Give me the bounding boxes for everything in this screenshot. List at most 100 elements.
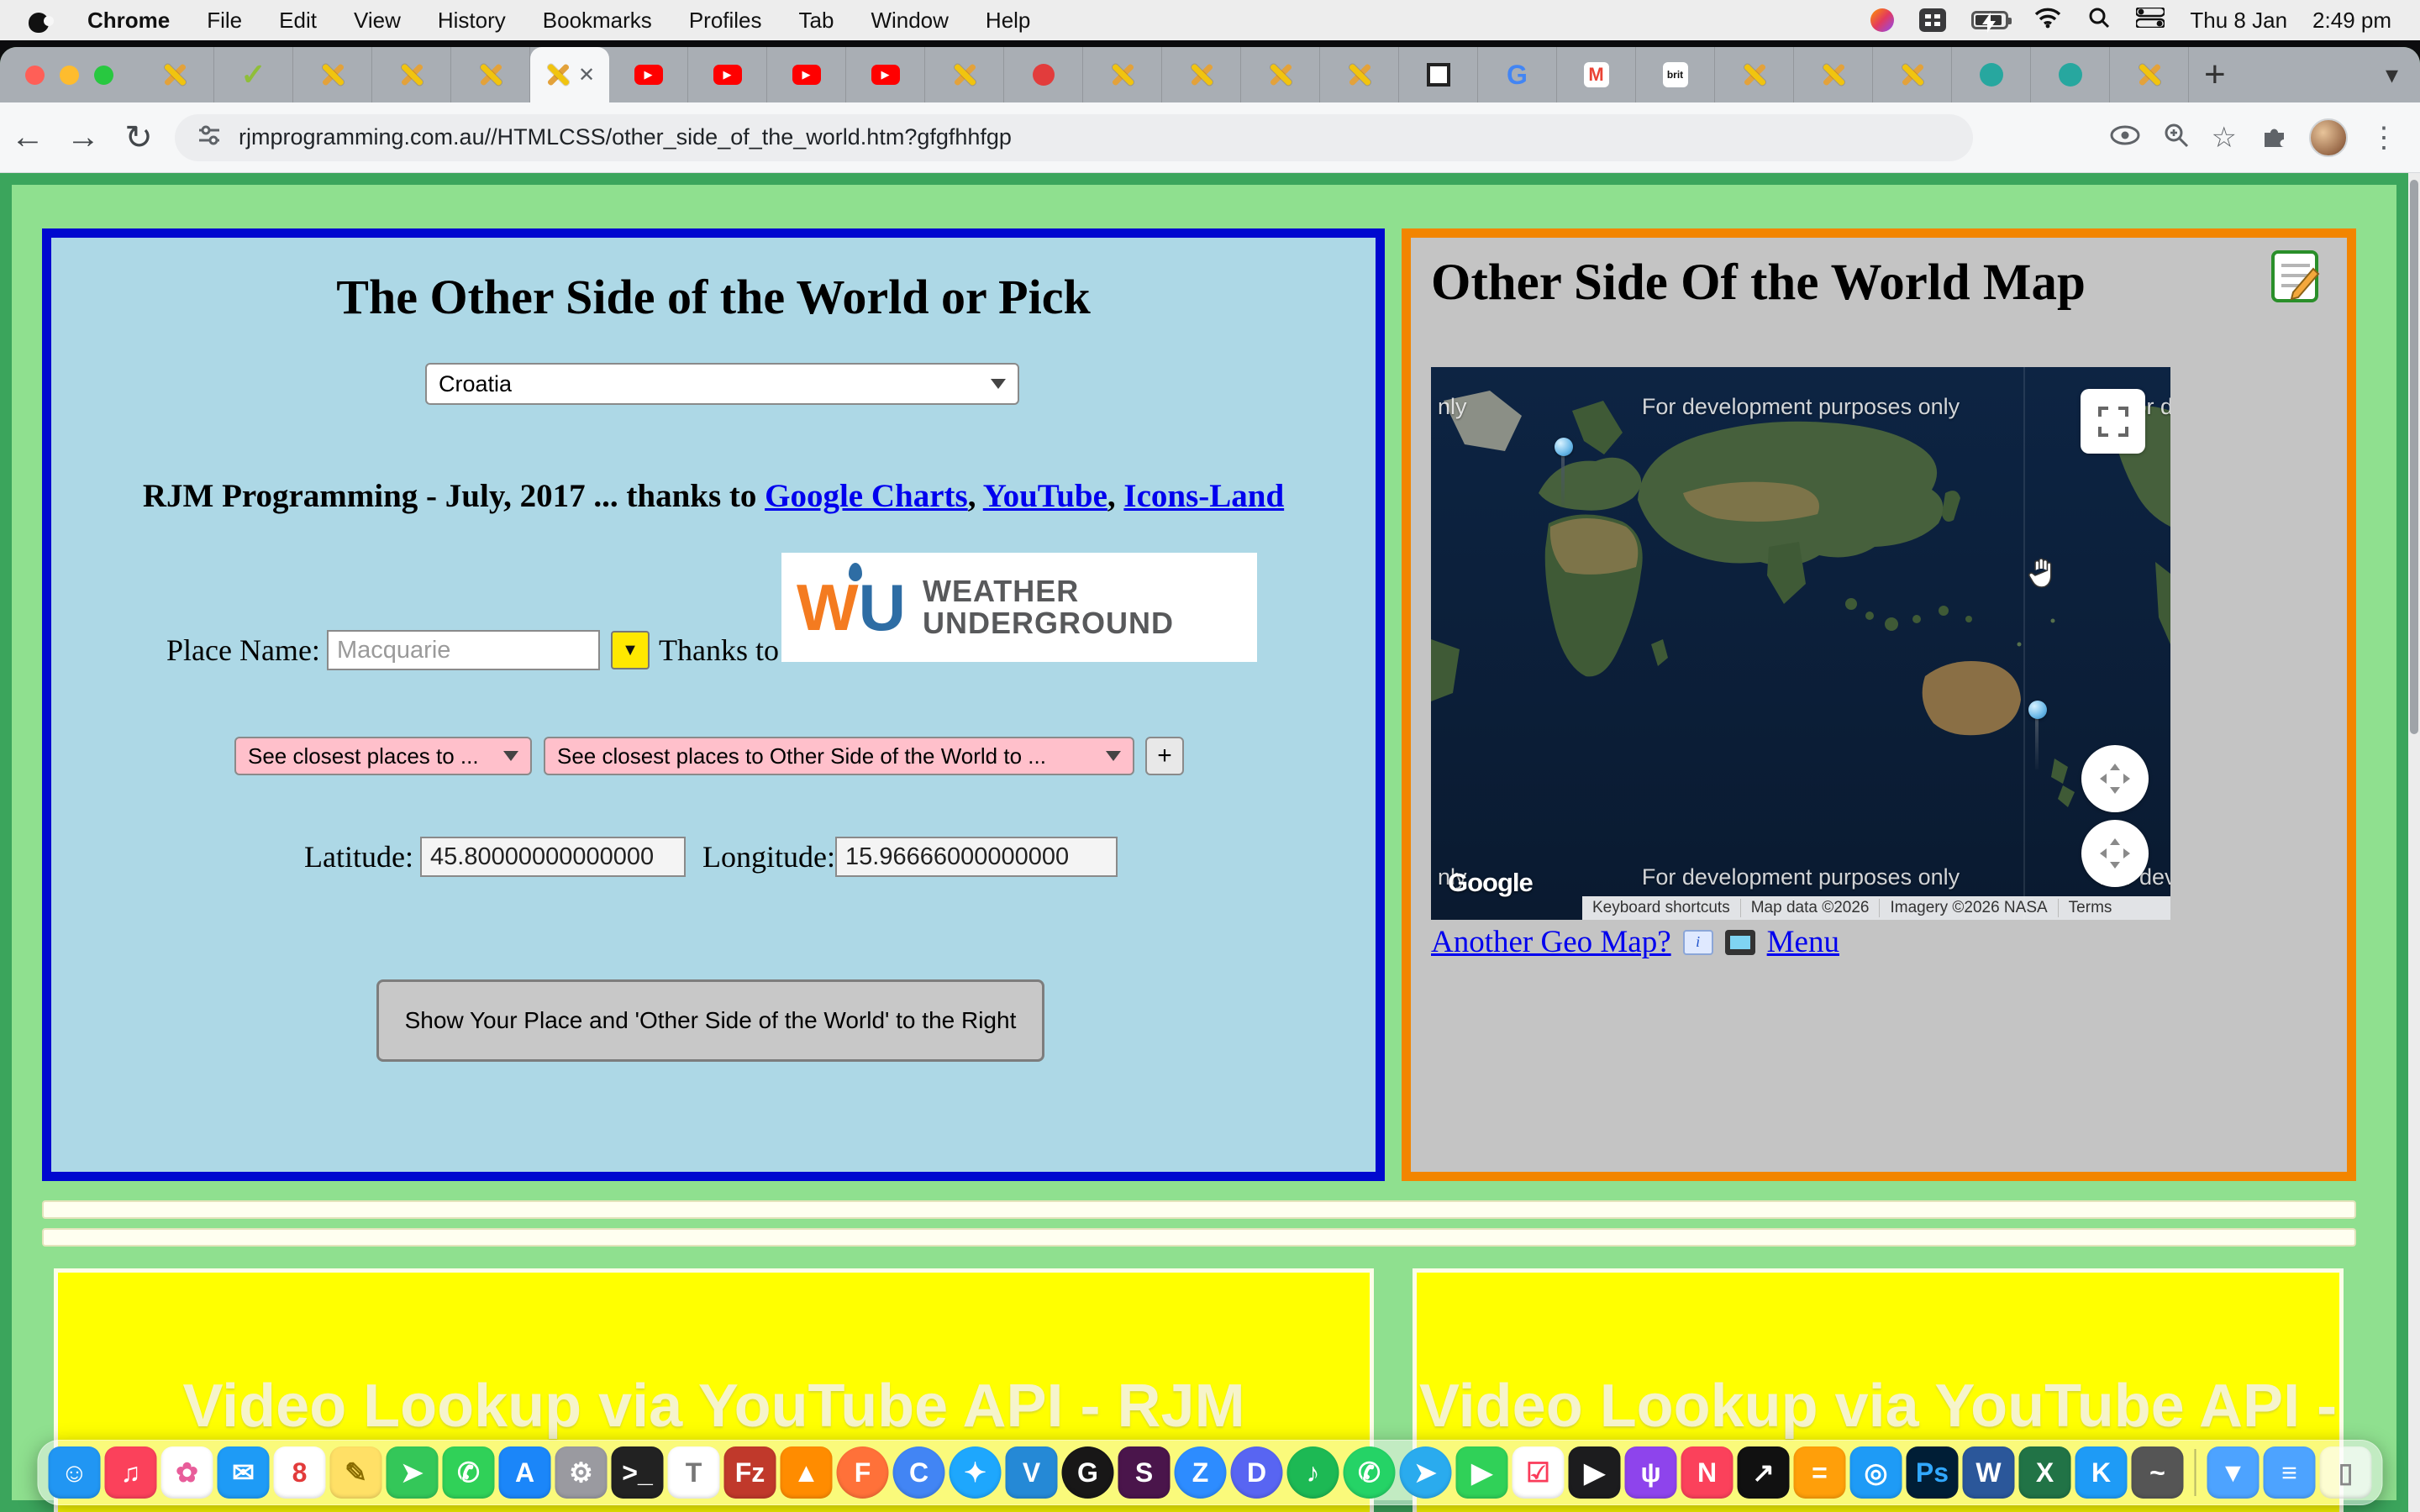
scrollbar[interactable] [2408,173,2420,1512]
menu-item-help[interactable]: Help [986,8,1030,34]
longitude-input[interactable] [835,837,1118,877]
dock-facetime-icon[interactable]: ▶ [1456,1446,1508,1499]
browser-tab[interactable]: ▶ [609,47,688,102]
browser-tab[interactable] [1162,47,1241,102]
dock-system-settings-icon[interactable]: ⚙ [555,1446,608,1499]
extensions-puzzle-icon[interactable] [2259,121,2287,154]
google-charts-link[interactable]: Google Charts [765,478,968,514]
dock-podcasts-icon[interactable]: ψ [1625,1446,1677,1499]
dock-terminal-icon[interactable]: >_ [612,1446,664,1499]
dock-messages-icon[interactable]: ✆ [443,1446,495,1499]
menu-item-window[interactable]: Window [871,8,948,34]
back-button[interactable]: ← [0,118,55,156]
new-tab-button[interactable]: + [2189,50,2241,100]
dock-safari-icon[interactable]: ✦ [950,1446,1002,1499]
dock-vscode-icon[interactable]: V [1006,1446,1058,1499]
dock-spotify-icon[interactable]: ♪ [1287,1446,1339,1499]
latitude-input[interactable] [420,837,686,877]
dock-preview-icon[interactable]: ◎ [1850,1446,1902,1499]
browser-tab[interactable]: brit [1636,47,1715,102]
dock-vlc-icon[interactable]: ▲ [781,1446,833,1499]
dock-discord-icon[interactable]: D [1231,1446,1283,1499]
dock-finder-icon[interactable]: ☺ [49,1446,101,1499]
browser-tab[interactable] [1873,47,1952,102]
zoom-icon[interactable] [2163,122,2190,153]
youtube-link[interactable]: YouTube [983,478,1107,514]
dock-documents-folder-icon[interactable]: ≡ [2264,1446,2316,1499]
control-center-icon[interactable] [2136,8,2165,34]
dock-textedit-icon[interactable]: T [668,1446,720,1499]
zoom-window-button[interactable] [94,66,113,85]
browser-tab[interactable]: ▶ [846,47,925,102]
dock-telegram-icon[interactable]: ➤ [1400,1446,1452,1499]
dock-trash-icon[interactable]: ▯ [2320,1446,2372,1499]
keyboard-shortcuts-link[interactable]: Keyboard shortcuts [1582,899,1741,917]
dock-firefox-icon[interactable]: F [837,1446,889,1499]
add-button[interactable]: + [1145,737,1184,775]
browser-tab[interactable]: M [1557,47,1636,102]
browser-tab[interactable] [1083,47,1162,102]
info-mini-icon[interactable]: i [1683,930,1713,955]
battery-icon[interactable] [1971,11,2008,29]
browser-tab[interactable]: ✕ [530,47,609,102]
input-source-icon[interactable] [1919,8,1946,32]
pan-control-secondary[interactable] [2081,820,2149,887]
dock-tv-icon[interactable]: ▶ [1569,1446,1621,1499]
place-dropdown-button[interactable]: ▼ [611,631,650,669]
browser-tab[interactable] [1320,47,1399,102]
menu-item-view[interactable]: View [354,8,401,34]
menu-item-bookmarks[interactable]: Bookmarks [543,8,652,34]
browser-tab[interactable] [1241,47,1320,102]
country-select[interactable]: Croatia [425,363,1019,405]
menu-item-profiles[interactable]: Profiles [689,8,762,34]
browser-tab[interactable] [372,47,451,102]
another-geo-map-link[interactable]: Another Geo Map? [1431,924,1671,960]
search-icon[interactable] [2087,6,2111,35]
status-app-icon[interactable] [1870,8,1894,32]
dock-github-icon[interactable]: G [1062,1446,1114,1499]
browser-tab[interactable] [1794,47,1873,102]
show-place-button[interactable]: Show Your Place and 'Other Side of the W… [376,979,1044,1062]
reload-button[interactable]: ↻ [111,118,166,157]
menu-date[interactable]: Thu 8 Jan [2190,8,2287,34]
computer-mini-icon[interactable] [1725,930,1755,955]
forward-button[interactable]: → [55,118,111,156]
site-settings-icon[interactable] [197,123,222,152]
icons-land-link[interactable]: Icons-Land [1123,478,1284,514]
dock-music-icon[interactable]: ♫ [105,1446,157,1499]
browser-tab[interactable]: ✓ [214,47,293,102]
dock-whatsapp-icon[interactable]: ✆ [1344,1446,1396,1499]
menu-item-edit[interactable]: Edit [279,8,317,34]
dock-activity-monitor-icon[interactable]: ~ [2132,1446,2184,1499]
terms-link[interactable]: Terms [2059,899,2123,917]
dock-excel-icon[interactable]: X [2019,1446,2071,1499]
minimize-window-button[interactable] [60,66,79,85]
dock-notes-icon[interactable]: ✎ [330,1446,382,1499]
pan-control[interactable] [2081,745,2149,812]
apple-menu-icon[interactable] [29,8,50,33]
dock-zoom-icon[interactable]: Z [1175,1446,1227,1499]
tab-overflow-chevron-icon[interactable]: ▾ [2364,60,2420,90]
browser-tab[interactable] [1715,47,1794,102]
browser-tab[interactable] [2031,47,2110,102]
place-name-input[interactable] [327,630,600,670]
dock-filezilla-icon[interactable]: Fz [724,1446,776,1499]
browser-menu-icon[interactable]: ⋮ [2370,121,2398,155]
dock-downloads-folder-icon[interactable]: ▼ [2207,1446,2260,1499]
dock-reminders-icon[interactable]: ☑ [1512,1446,1565,1499]
menu-app-name[interactable]: Chrome [87,8,170,34]
browser-tab[interactable] [925,47,1004,102]
browser-tab[interactable] [1004,47,1083,102]
bookmark-star-icon[interactable]: ☆ [2212,121,2237,155]
dock-news-icon[interactable]: N [1681,1446,1733,1499]
browser-tab[interactable]: ▶ [767,47,846,102]
dock-chrome-icon[interactable]: C [893,1446,945,1499]
browser-tab[interactable] [293,47,372,102]
browser-tab[interactable] [1399,47,1478,102]
browser-tab[interactable] [135,47,214,102]
dock-maps-icon[interactable]: ➤ [387,1446,439,1499]
browser-tab[interactable] [451,47,530,102]
dock-word-icon[interactable]: W [1963,1446,2015,1499]
google-map[interactable]: nly For development purposes only For de… [1431,367,2170,920]
browser-tab[interactable]: G [1478,47,1557,102]
